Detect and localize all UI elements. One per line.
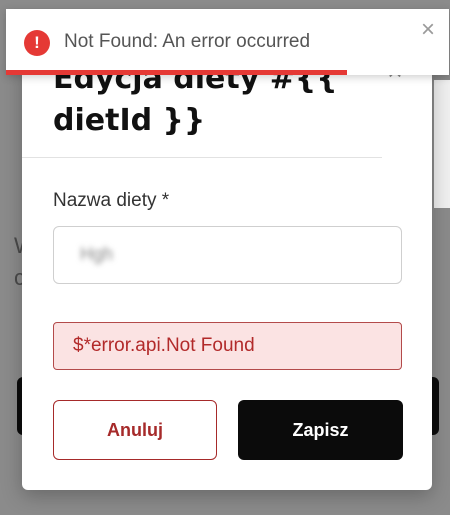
toast-message: Not Found: An error occurred (64, 31, 311, 52)
toast-progress-bar (6, 70, 348, 75)
edit-diet-modal: Edycja diety #{{ dietId }} × Nazwa diety… (22, 52, 432, 490)
diet-name-label: Nazwa diety * (53, 190, 170, 211)
save-button[interactable]: Zapisz (238, 400, 403, 460)
cancel-button[interactable]: Anuluj (53, 400, 217, 460)
diet-name-value: Hgh (80, 244, 114, 264)
background-panel (434, 80, 450, 208)
diet-name-input[interactable]: Hgh (53, 226, 402, 284)
error-alert: $*error.api.Not Found (53, 322, 402, 370)
error-alert-text: $*error.api.Not Found (73, 335, 255, 356)
error-exclamation-icon: ! (24, 30, 50, 56)
modal-divider (22, 157, 382, 158)
error-toast: ! Not Found: An error occurred × (6, 9, 449, 75)
toast-close-icon[interactable]: × (417, 18, 439, 42)
